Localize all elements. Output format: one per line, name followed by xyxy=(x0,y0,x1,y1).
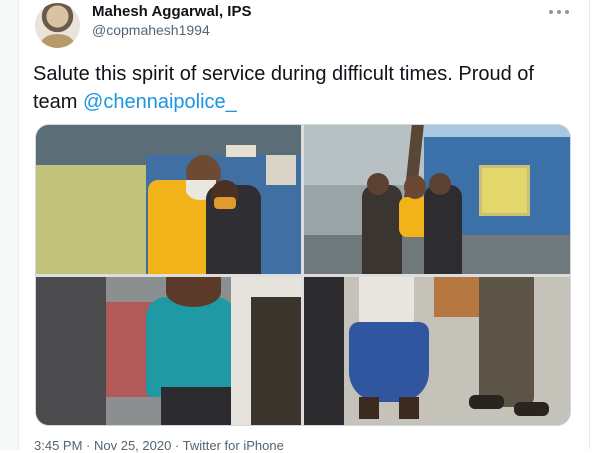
separator: · xyxy=(82,438,94,453)
author-handle[interactable]: @copmahesh1994 xyxy=(92,22,210,38)
photo-4[interactable] xyxy=(304,277,570,425)
photo-2[interactable] xyxy=(304,125,570,274)
tweet-timestamp: 3:45 PM · Nov 25, 2020 · Twitter for iPh… xyxy=(34,438,284,453)
tweet-card: Mahesh Aggarwal, IPS @copmahesh1994 Salu… xyxy=(18,0,590,453)
more-icon-dot xyxy=(565,10,569,14)
more-icon[interactable] xyxy=(549,6,569,18)
separator: · xyxy=(171,438,183,453)
photo-3[interactable] xyxy=(36,277,301,425)
page-background-strip xyxy=(0,0,18,450)
mention-link[interactable]: @chennaipolice_ xyxy=(83,91,237,113)
tweet-source[interactable]: Twitter for iPhone xyxy=(183,438,284,453)
media-grid xyxy=(35,124,571,426)
author-name[interactable]: Mahesh Aggarwal, IPS xyxy=(92,3,252,20)
avatar-figure xyxy=(41,34,74,48)
tweet-date[interactable]: Nov 25, 2020 xyxy=(94,438,171,453)
avatar[interactable] xyxy=(35,3,80,48)
tweet-time[interactable]: 3:45 PM xyxy=(34,438,82,453)
more-icon-dot xyxy=(549,10,553,14)
photo-1[interactable] xyxy=(36,125,301,274)
tweet-text: Salute this spirit of service during dif… xyxy=(33,60,563,116)
more-icon-dot xyxy=(557,10,561,14)
